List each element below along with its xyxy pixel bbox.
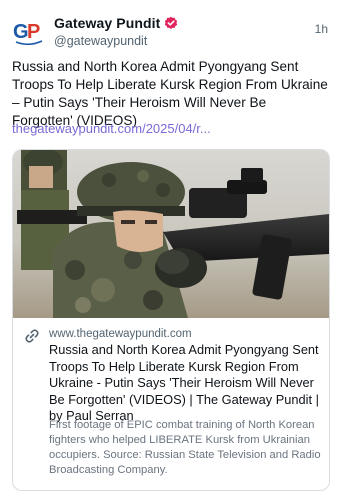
post-text: Russia and North Korea Admit Pyongyang S… xyxy=(12,59,328,128)
svg-text:P: P xyxy=(27,21,40,43)
avatar[interactable]: G P xyxy=(12,14,46,48)
post: G P Gateway Pundit @gatewaypundit 1h Rus… xyxy=(0,0,340,500)
card-description: First footage of EPIC combat training of… xyxy=(49,419,321,476)
gateway-pundit-logo-icon: G P xyxy=(13,21,43,46)
card-body: www.thegatewaypundit.com Russia and Nort… xyxy=(13,318,329,490)
author-name-row: Gateway Pundit xyxy=(54,14,178,32)
author-info: Gateway Pundit @gatewaypundit xyxy=(54,14,178,48)
card-title[interactable]: Russia and North Korea Admit Pyongyang S… xyxy=(49,342,321,425)
author-handle[interactable]: @gatewaypundit xyxy=(54,34,178,48)
link-preview-card[interactable]: www.thegatewaypundit.com Russia and Nort… xyxy=(12,149,330,491)
post-link[interactable]: thegatewaypundit.com/2025/04/r... xyxy=(12,121,211,136)
soldier-photo xyxy=(13,150,329,318)
verified-badge-icon xyxy=(164,16,178,30)
card-image[interactable] xyxy=(13,150,329,318)
card-domain[interactable]: www.thegatewaypundit.com xyxy=(49,328,192,340)
post-timestamp[interactable]: 1h xyxy=(315,22,328,36)
link-chain-icon xyxy=(23,327,41,345)
author-name[interactable]: Gateway Pundit xyxy=(54,15,160,31)
